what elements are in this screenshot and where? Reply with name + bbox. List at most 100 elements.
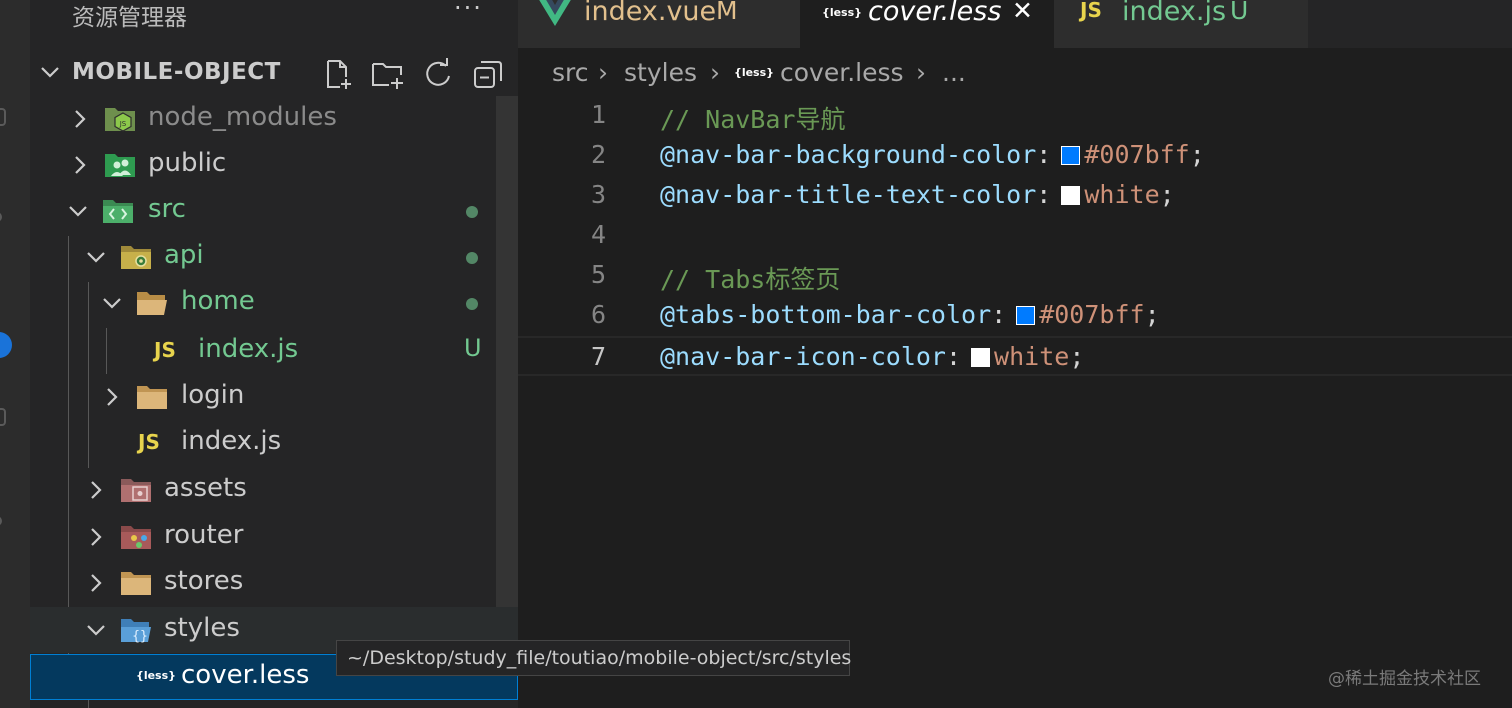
modified-dot-icon [466,298,478,310]
tree-item-router[interactable]: router [30,514,518,560]
folder-open-icon [137,292,167,315]
colon-token: : [945,342,962,371]
code-text: @nav-bar-title-text-color: white; [660,180,1175,209]
tree-item-label: styles [164,613,240,643]
value-token: white [1084,180,1160,209]
vue-file-icon [539,0,571,26]
refresh-button[interactable] [420,56,456,92]
variable-token: @nav-bar-icon-color [660,342,946,371]
public-folder-icon [105,154,135,177]
new-file-icon [327,60,351,89]
tree-item-home[interactable]: home [30,280,518,326]
tab-cover-less[interactable]: {less} cover.less ✕ [800,0,1054,48]
breadcrumb-symbols[interactable]: ... [942,58,966,87]
tree-item-assets[interactable]: assets [30,467,518,513]
code-line[interactable]: 2 @nav-bar-background-color: #007bff; [518,136,1512,176]
explorer-sidebar: 资源管理器 ··· MOBILE-OBJECT JS node_modules … [30,0,518,708]
breadcrumb-src[interactable]: src [552,58,589,87]
semicolon-token: ; [1159,180,1175,209]
breadcrumb-separator-icon: › [916,58,926,87]
tree-item-label: router [164,520,244,550]
colon-token: : [1036,180,1052,209]
semicolon-token: ; [1144,300,1160,329]
tree-item-public[interactable]: public [30,142,518,188]
tree-item-login[interactable]: login [30,374,518,420]
refresh-icon [426,58,450,86]
assets-folder-icon [121,479,151,502]
colon-token: : [991,300,1007,329]
tree-item-api[interactable]: api [30,234,518,280]
close-tab-button[interactable]: ✕ [1012,0,1033,25]
code-editor[interactable]: 1 // NavBar导航 2 @nav-bar-background-colo… [518,96,1512,708]
new-folder-icon [372,63,403,89]
tree-item-home-index-js[interactable]: JS index.js U [30,328,518,374]
tree-item-stores[interactable]: stores [30,560,518,606]
color-swatch[interactable] [1061,146,1081,165]
line-number: 4 [590,220,606,249]
code-line[interactable]: 1 // NavBar导航 [518,96,1512,136]
breadcrumb-cover-less[interactable]: cover.less [780,58,904,87]
nodejs-folder-icon: JS [105,108,135,132]
code-line[interactable]: 5 // Tabs标签页 [518,256,1512,296]
color-swatch[interactable] [1061,186,1081,205]
code-line[interactable]: 6 @tabs-bottom-bar-color: #007bff; [518,296,1512,336]
run-activity-icon[interactable] [0,516,2,526]
color-swatch[interactable] [1016,306,1036,325]
chevron-down-icon [69,206,87,217]
js-file-icon: JS [154,338,176,362]
tree-item-label: node_modules [148,102,337,132]
editor-tab-bar: index.vue M {less} cover.less ✕ JS index… [518,0,1512,48]
watermark: @稀土掘金技术社区 [1328,669,1481,689]
tree-item-api-index-js[interactable]: JS index.js [30,420,518,466]
tab-label: index.vue [584,0,717,27]
tree-item-label: index.js [181,426,282,456]
code-line[interactable]: 4 [518,216,1512,256]
chevron-right-icon [91,528,102,546]
new-file-button[interactable] [320,56,356,92]
comment-token: // NavBar导航 [660,105,846,134]
chevron-down-icon [103,298,121,309]
code-text: // NavBar导航 [660,100,845,136]
color-swatch[interactable] [971,348,991,367]
variable-token: @nav-bar-background-color [660,140,1037,169]
breadcrumb-styles[interactable]: styles [624,58,697,87]
extensions-activity-icon[interactable] [0,408,6,426]
code-line[interactable]: 3 @nav-bar-title-text-color: white; [518,176,1512,216]
explorer-activity-icon[interactable] [0,108,6,126]
source-control-badge-icon[interactable] [0,332,12,358]
folder-icon [121,572,151,595]
svg-text:{}: {} [132,629,148,644]
less-file-icon: {less} [734,66,774,79]
tab-index-vue[interactable]: index.vue M [518,0,800,48]
new-folder-button[interactable] [370,56,406,92]
line-number: 1 [590,100,606,129]
explorer-header: 资源管理器 ··· [30,0,518,31]
collapse-all-button[interactable] [470,56,506,92]
semicolon-token: ; [1189,140,1205,169]
variable-token: @nav-bar-title-text-color [660,180,1037,209]
tree-item-src[interactable]: src [30,188,518,234]
variable-token: @tabs-bottom-bar-color [660,300,992,329]
line-number: 3 [590,180,606,209]
modified-dot-icon [466,206,478,218]
line-number: 5 [590,260,606,289]
tree-item-label: stores [164,566,244,596]
search-activity-icon[interactable] [0,212,2,222]
tab-index-js[interactable]: JS index.js U [1054,0,1308,48]
tree-item-node-modules[interactable]: JS node_modules [30,96,518,142]
tab-label: index.js [1122,0,1227,27]
project-name: MOBILE-OBJECT [72,59,281,85]
project-section-header[interactable]: MOBILE-OBJECT [30,52,518,94]
more-actions-button[interactable]: ··· [454,0,483,22]
line-number: 6 [590,300,606,329]
code-line-current[interactable]: 7 @nav-bar-icon-color: white; [518,336,1512,376]
js-file-icon: JS [138,430,160,454]
router-folder-icon [121,526,151,549]
tree-item-label: cover.less [181,660,310,690]
comment-token: // Tabs标签页 [660,265,841,294]
js-file-icon: JS [1080,0,1102,22]
value-token: #007bff [1039,300,1145,329]
semicolon-token: ; [1069,342,1085,371]
svg-text:JS: JS [119,120,127,128]
chevron-right-icon [75,110,86,128]
